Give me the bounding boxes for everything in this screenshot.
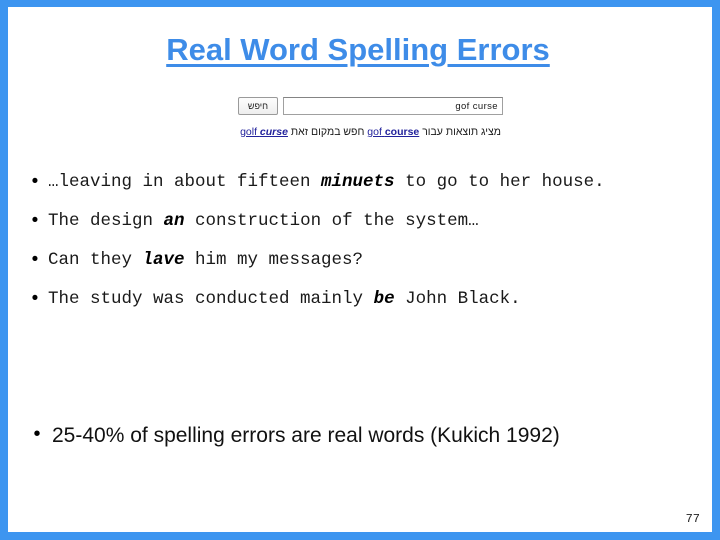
bullet-marker-icon: • [31,171,39,192]
corrected-query-plain: gof [367,126,382,138]
bullet-marker-icon: • [31,249,39,270]
summary-statistic-text: 25-40% of spelling errors are real words… [52,424,560,447]
example-bullet-list: • …leaving in about fifteen minuets to g… [22,167,702,323]
page-number: 77 [685,512,700,526]
search-button[interactable]: חיפש [238,97,278,115]
corrected-query-link[interactable]: gof course [367,126,419,138]
bullet-marker-icon: • [31,288,39,309]
bullet-text-pre: The design [48,211,164,231]
suggestion-middle-text: חפש במקום זאת [290,126,365,138]
bullet-text-pre: The study was conducted mainly [48,289,374,309]
error-word: an [163,211,185,231]
list-item: • Can they lave him my messages? [22,245,702,275]
suggestion-prefix-text: מציג תוצאות עבור [422,126,501,138]
corrected-query-bold: course [384,126,420,138]
error-word: minuets [321,172,395,192]
bullet-text-post: construction of the system… [184,211,479,231]
list-item: • The study was conducted mainly be John… [22,284,702,314]
page-title: Real Word Spelling Errors [166,32,550,67]
bullet-text-post: him my messages? [184,250,364,270]
bullet-marker-icon: • [33,423,41,445]
slide-frame: Real Word Spelling Errors חיפש gof curse… [0,0,720,540]
bullet-marker-icon: • [31,210,39,231]
search-row: חיפש gof curse [238,97,503,117]
bullet-text-post: John Black. [394,289,521,309]
original-query-bold-italic: curse [259,126,288,138]
bullet-text-pre: …leaving in about fifteen [48,172,322,192]
original-query-plain: golf [240,126,257,138]
bullet-text-post: to go to her house. [394,172,605,192]
spelling-suggestion-line: מציג תוצאות עבור gof course חפש במקום זא… [238,126,503,138]
google-search-screenshot: חיפש gof curse מציג תוצאות עבור gof cour… [238,97,503,138]
bullet-text: …leaving in about fifteen minuets to go … [48,167,668,197]
summary-statistic-item: • 25-40% of spelling errors are real wor… [22,419,692,453]
original-query-link[interactable]: golf curse [240,126,288,138]
slide-content-area: Real Word Spelling Errors חיפש gof curse… [8,7,712,532]
bullet-text: The design an construction of the system… [48,206,702,236]
search-input[interactable]: gof curse [283,97,503,115]
bullet-text-pre: Can they [48,250,143,270]
bullet-text: Can they lave him my messages? [48,245,702,275]
error-word: lave [142,250,185,270]
list-item: • …leaving in about fifteen minuets to g… [22,167,702,197]
error-word: be [373,289,395,309]
bullet-text: The study was conducted mainly be John B… [48,284,702,314]
list-item: • The design an construction of the syst… [22,206,702,236]
